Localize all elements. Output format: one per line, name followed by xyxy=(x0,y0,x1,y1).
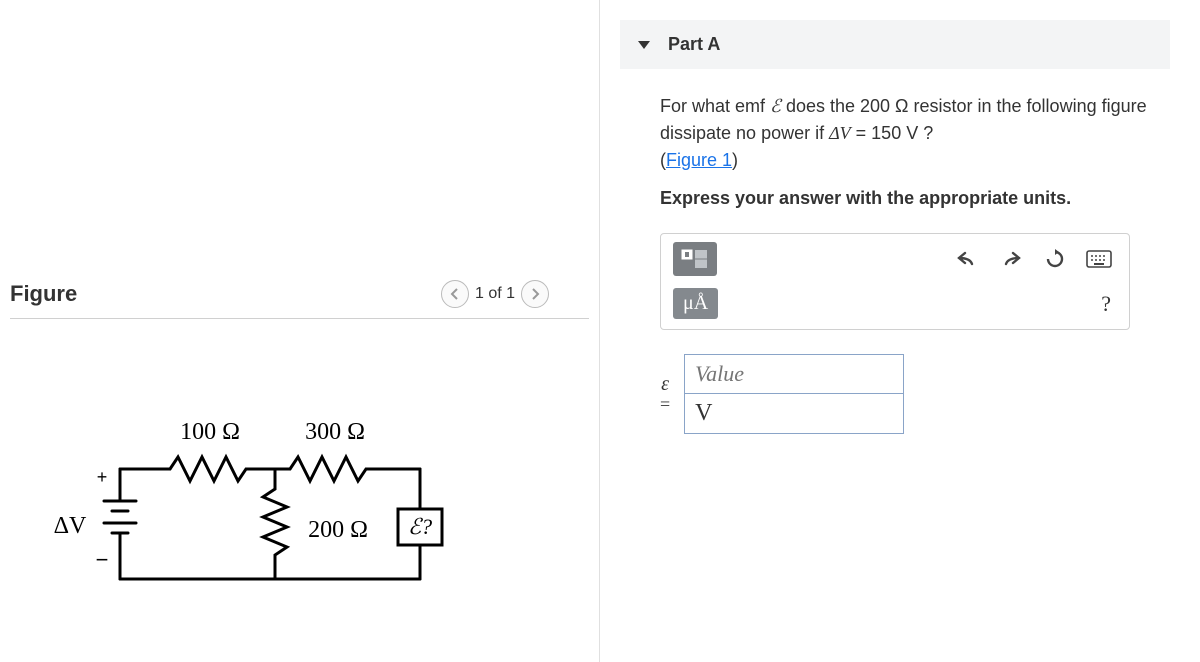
svg-text:ℰ?: ℰ? xyxy=(408,514,432,539)
unit-input[interactable] xyxy=(684,394,904,434)
svg-text:ΔV: ΔV xyxy=(54,513,87,539)
value-input[interactable] xyxy=(684,354,904,394)
answer-lhs: ε = xyxy=(660,373,670,415)
figure-nav-counter: 1 of 1 xyxy=(475,285,515,303)
template-button[interactable] xyxy=(673,242,717,276)
reset-button[interactable] xyxy=(1037,243,1073,275)
caret-down-icon xyxy=(638,41,650,49)
part-title: Part A xyxy=(668,34,720,55)
circuit-diagram: 100 Ω 300 Ω 200 Ω ℰ? ΔV + − xyxy=(50,409,470,599)
question-text: For what emf ℰ does the 200 Ω resistor i… xyxy=(660,93,1170,174)
svg-text:200 Ω: 200 Ω xyxy=(308,517,368,543)
redo-button[interactable] xyxy=(993,243,1029,275)
svg-text:+: + xyxy=(97,467,108,487)
svg-text:−: − xyxy=(96,547,109,572)
figure-header: Figure 1 of 1 xyxy=(10,280,589,319)
keyboard-button[interactable] xyxy=(1081,243,1117,275)
instruction-text: Express your answer with the appropriate… xyxy=(660,188,1170,209)
answer-input-area: ε = xyxy=(660,354,1170,434)
figure-nav: 1 of 1 xyxy=(441,280,549,308)
figure-title: Figure xyxy=(10,281,77,307)
figure-next-button[interactable] xyxy=(521,280,549,308)
svg-text:100 Ω: 100 Ω xyxy=(180,419,240,445)
figure-link[interactable]: Figure 1 xyxy=(666,150,732,170)
part-header[interactable]: Part A xyxy=(620,20,1170,69)
answer-toolbar: μÅ ? xyxy=(660,233,1130,330)
help-button[interactable]: ? xyxy=(1101,291,1117,317)
units-menu-button[interactable]: μÅ xyxy=(673,288,718,319)
undo-button[interactable] xyxy=(949,243,985,275)
figure-prev-button[interactable] xyxy=(441,280,469,308)
svg-text:300 Ω: 300 Ω xyxy=(305,419,365,445)
